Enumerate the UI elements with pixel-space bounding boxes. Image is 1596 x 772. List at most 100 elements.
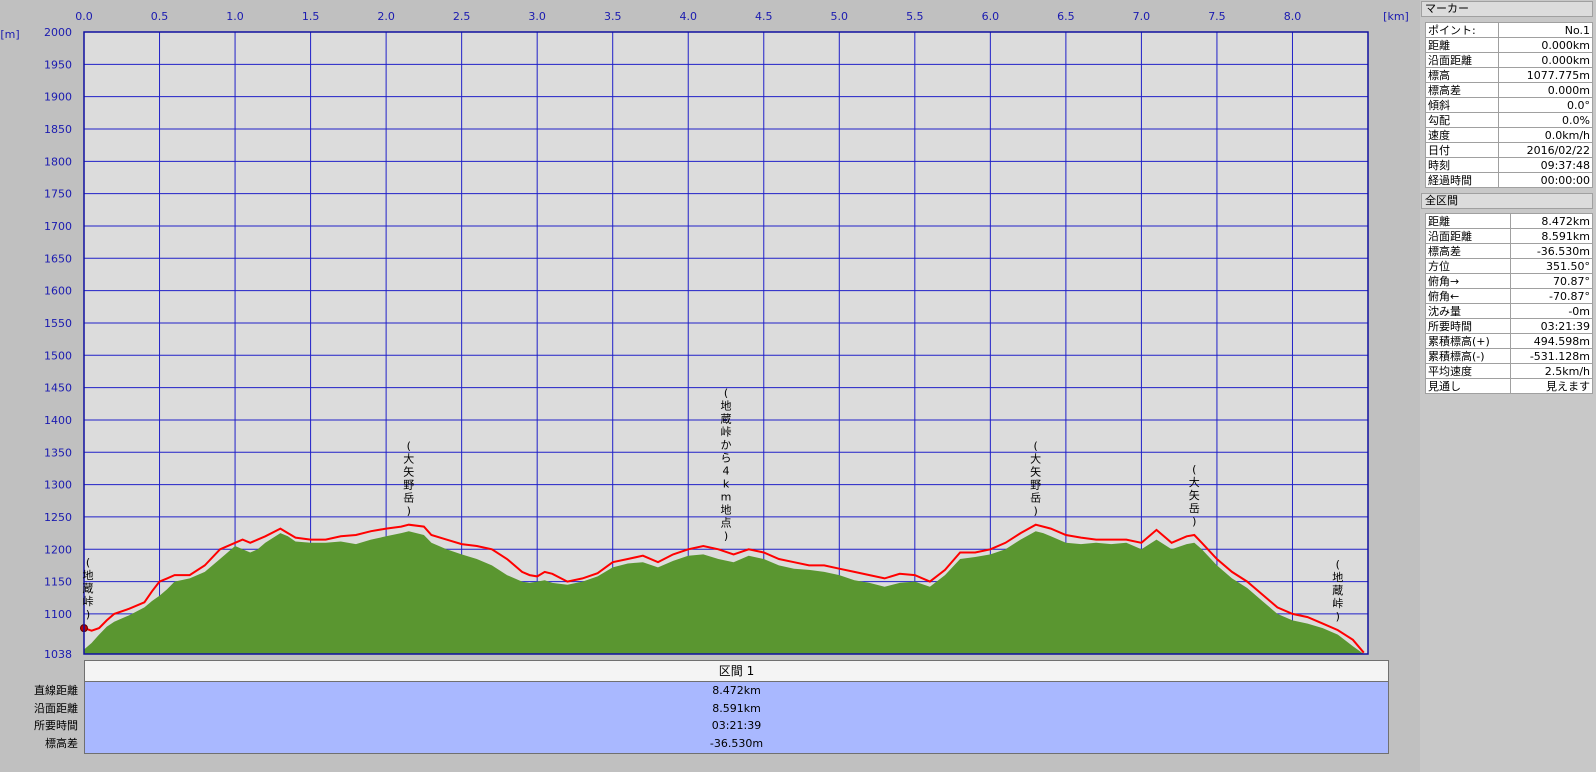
property-row: 勾配 0.0% <box>1425 112 1594 128</box>
property-label: 経過時間 <box>1425 172 1499 188</box>
x-tick-label: 6.5 <box>1057 10 1075 23</box>
property-label: 俯角← <box>1425 288 1511 304</box>
property-value: 2.5km/h <box>1509 363 1594 379</box>
property-label: 所要時間 <box>1425 318 1511 334</box>
segment-label: 直線距離 <box>34 684 78 697</box>
property-row: 見通し 見えます <box>1425 378 1594 394</box>
property-value: 09:37:48 <box>1497 157 1594 173</box>
property-label: 俯角→ <box>1425 273 1511 289</box>
profile-chart-area: 0.0 0.5 1.0 1.5 2.0 2.5 3.0 3.5 4.0 4.5 5.0 5.5 6.0 6… <box>0 0 1420 772</box>
y-tick-label: 1800 <box>44 155 72 168</box>
total-properties-table: 距離 8.472km 沿面距離 8.591km 標高差 -36.530m 方位 351.50°… <box>1425 213 1594 394</box>
property-label: 時刻 <box>1425 157 1499 173</box>
property-value: 00:00:00 <box>1497 172 1594 188</box>
property-value: -36.530m <box>1509 243 1594 259</box>
x-tick-label: 3.0 <box>528 10 546 23</box>
property-label: 標高差 <box>1425 82 1499 98</box>
marker-section-header[interactable]: マーカー <box>1421 1 1593 17</box>
x-tick-label: 2.0 <box>377 10 395 23</box>
property-value: 0.000km <box>1497 37 1594 53</box>
property-value: 0.000km <box>1497 52 1594 68</box>
property-label: 距離 <box>1425 37 1499 53</box>
property-label: 距離 <box>1425 213 1511 229</box>
x-tick-label: 4.0 <box>679 10 697 23</box>
x-tick-label: 1.5 <box>302 10 320 23</box>
y-tick-label: 1900 <box>44 91 72 104</box>
property-value: -0m <box>1509 303 1594 319</box>
segment-header-label: 区間 1 <box>718 664 755 678</box>
property-value: 見えます <box>1509 378 1594 394</box>
property-row: 距離 8.472km <box>1425 213 1594 229</box>
property-label: 累積標高(-) <box>1425 348 1511 364</box>
property-value: 494.598m <box>1509 333 1594 349</box>
property-row: 所要時間 03:21:39 <box>1425 318 1594 334</box>
property-value: 0.0km/h <box>1497 127 1594 143</box>
y-tick-label: 1700 <box>44 220 72 233</box>
x-tick-label: 0.0 <box>75 10 93 23</box>
property-label: 標高 <box>1425 67 1499 83</box>
property-value: 351.50° <box>1509 258 1594 274</box>
property-row: 俯角← -70.87° <box>1425 288 1594 304</box>
property-label: 標高差 <box>1425 243 1511 259</box>
property-label: 勾配 <box>1425 112 1499 128</box>
y-tick-label: 1200 <box>44 543 72 556</box>
x-tick-label: 1.0 <box>226 10 244 23</box>
property-value: No.1 <box>1497 22 1594 38</box>
segment-value: 8.472km <box>712 684 761 697</box>
segment-summary: 8.472km 8.591km 03:21:39 -36.530m <box>84 682 1389 754</box>
x-tick-label: 8.0 <box>1284 10 1302 23</box>
x-unit-label: [km] <box>1383 10 1409 23</box>
y-tick-label: 1250 <box>44 511 72 524</box>
property-row: 沈み量 -0m <box>1425 303 1594 319</box>
segment-label: 標高差 <box>45 736 78 750</box>
property-label: 沿面距離 <box>1425 228 1511 244</box>
total-section-header[interactable]: 全区間 <box>1421 193 1593 209</box>
property-row: 俯角→ 70.87° <box>1425 273 1594 289</box>
property-value: 0.0° <box>1497 97 1594 113</box>
property-value: 8.472km <box>1509 213 1594 229</box>
property-row: 速度 0.0km/h <box>1425 127 1594 143</box>
property-value: 8.591km <box>1509 228 1594 244</box>
y-tick-label: 1950 <box>44 58 72 71</box>
property-label: ポイント: <box>1425 22 1499 38</box>
y-tick-label: 1150 <box>44 576 72 589</box>
segment-header[interactable]: 区間 1 <box>84 660 1389 682</box>
y-tick-label: 1300 <box>44 479 72 492</box>
y-tick-label: 1850 <box>44 123 72 136</box>
peak-annotation: (地蔵峠から 4 k m 地点) <box>721 386 732 542</box>
y-tick-label: 1100 <box>44 608 72 621</box>
y-tick-label: 1400 <box>44 414 72 427</box>
x-tick-label: 5.0 <box>831 10 849 23</box>
property-row: 日付 2016/02/22 <box>1425 142 1594 158</box>
x-tick-label: 5.5 <box>906 10 924 23</box>
property-row: 経過時間 00:00:00 <box>1425 172 1594 188</box>
property-value: 1077.775m <box>1497 67 1594 83</box>
property-label: 見通し <box>1425 378 1511 394</box>
property-value: -531.128m <box>1509 348 1594 364</box>
property-label: 沿面距離 <box>1425 52 1499 68</box>
y-tick-label: 1350 <box>44 446 72 459</box>
x-tick-label: 7.5 <box>1208 10 1226 23</box>
total-section-title: 全区間 <box>1425 194 1458 207</box>
x-tick-label: 0.5 <box>151 10 169 23</box>
y-tick-label: 1550 <box>44 317 72 330</box>
property-value: 0.0% <box>1497 112 1594 128</box>
marker-section-title: マーカー <box>1425 2 1469 15</box>
property-label: 日付 <box>1425 142 1499 158</box>
property-value: 0.000m <box>1497 82 1594 98</box>
marker-properties-table: ポイント: No.1 距離 0.000km 沿面距離 0.000km 標高 1077.775m… <box>1425 22 1594 188</box>
property-row: 時刻 09:37:48 <box>1425 157 1594 173</box>
x-tick-label: 3.5 <box>604 10 622 23</box>
segment-label: 所要時間 <box>34 719 78 732</box>
elevation-profile-chart[interactable]: 0.0 0.5 1.0 1.5 2.0 2.5 3.0 3.5 4.0 4.5 5.0 5.5 6.0 6… <box>0 0 1420 661</box>
property-row: 標高差 0.000m <box>1425 82 1594 98</box>
property-row: 方位 351.50° <box>1425 258 1594 274</box>
property-row: 標高差 -36.530m <box>1425 243 1594 259</box>
segment-value: -36.530m <box>709 736 764 750</box>
y-tick-label: 1450 <box>44 382 72 395</box>
y-unit-label: [m] <box>0 28 19 41</box>
property-label: 沈み量 <box>1425 303 1511 319</box>
segment-label: 沿面距離 <box>34 701 78 715</box>
property-row: 距離 0.000km <box>1425 37 1594 53</box>
y-tick-label: 1650 <box>44 252 72 265</box>
